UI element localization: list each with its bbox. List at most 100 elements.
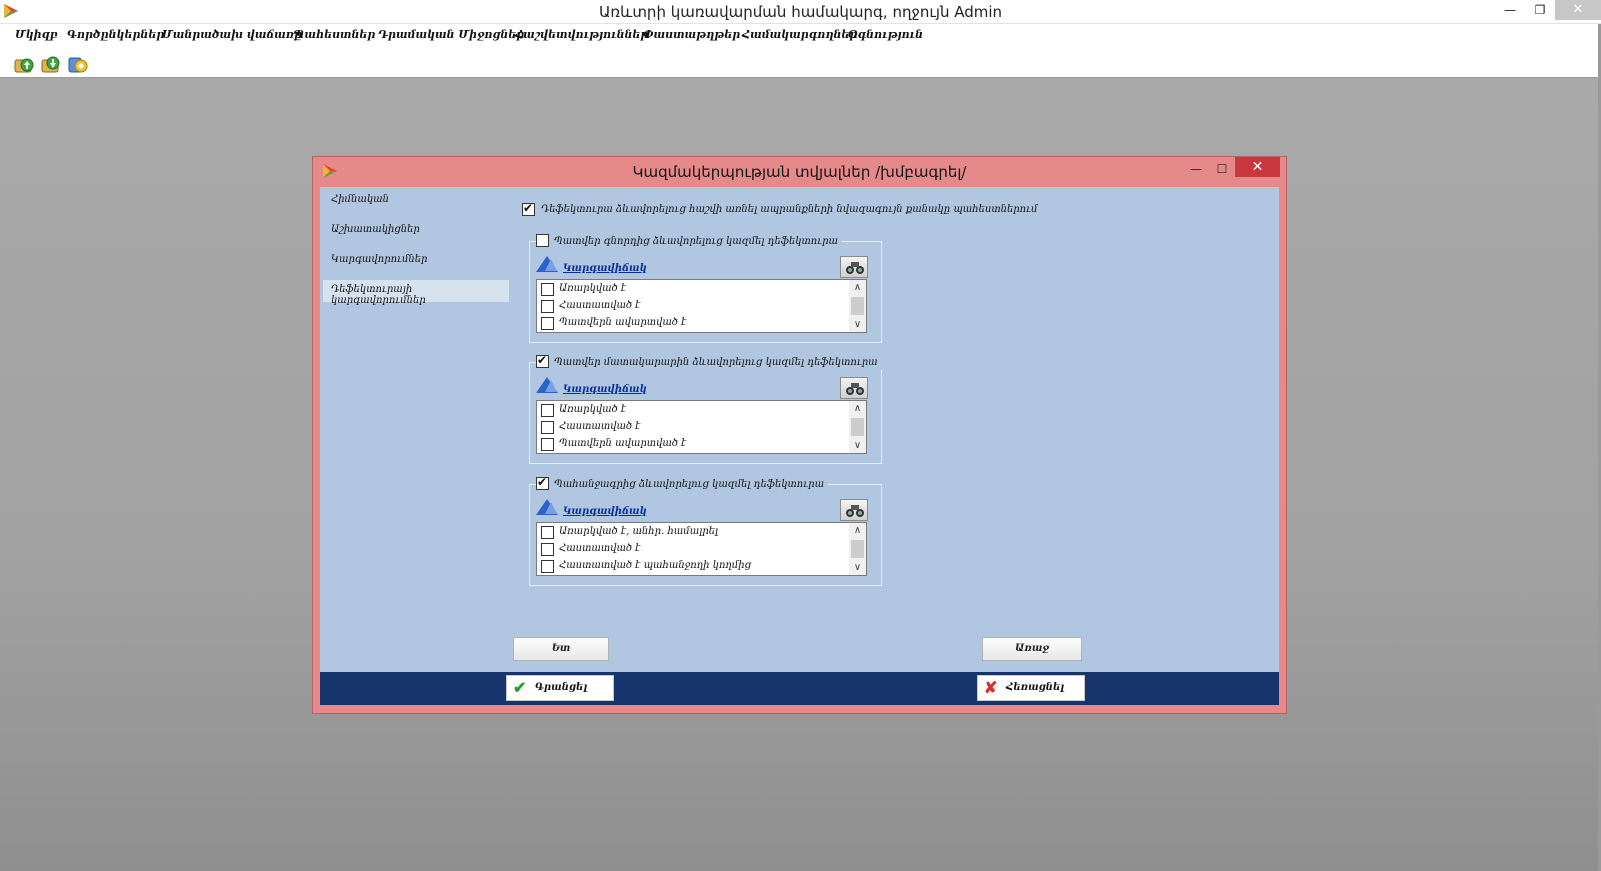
list-item[interactable]: Առարկված է	[539, 281, 849, 298]
menu-item-retail[interactable]: Մանրածախ վաճառք	[162, 28, 302, 41]
list-item[interactable]: Առարկված է	[539, 402, 849, 419]
dialog-footer: ✔ Գրանցել ✘ Հեռացնել	[320, 672, 1279, 705]
menu-item-partners[interactable]: Գործընկերներ	[67, 28, 164, 41]
scroll-up-icon[interactable]: ∧	[849, 401, 866, 416]
min-stock-label: Դեֆեկտուրա ձևավորելուց հաշվի առնել ապրան…	[541, 204, 1038, 215]
window-title: Առևտրի կառավարման համակարգ, ողջույն Admi…	[598, 3, 1003, 21]
list-item-checkbox[interactable]	[541, 283, 554, 296]
scroll-thumb[interactable]	[851, 418, 864, 436]
min-stock-checkbox[interactable]	[522, 201, 535, 216]
list-item-checkbox[interactable]	[541, 404, 554, 417]
group-customer-order: Պատվեր գնորդից ձևավորելուց կազմել դեֆեկտ…	[529, 233, 882, 343]
search-binoculars-button[interactable]	[840, 499, 868, 521]
binoculars-icon	[846, 262, 864, 274]
supplier-order-checkbox[interactable]	[536, 353, 549, 368]
pyramid-icon	[536, 377, 558, 393]
list-item-label: Հաստատված է	[559, 300, 641, 311]
nav-item-general[interactable]: Հիմնական	[323, 190, 509, 212]
list-item-label: Հաստատված է	[559, 543, 641, 554]
list-item-checkbox[interactable]	[541, 421, 554, 434]
list-item[interactable]: Հաստատված է	[539, 298, 849, 315]
list-scrollbar[interactable]: ∧ ∨	[849, 401, 866, 453]
list-item[interactable]: Պատվերն ավարտված է	[539, 436, 849, 453]
menu-item-cash[interactable]: Դրամական Միջոցներ	[378, 28, 524, 41]
group-customer-order-header: Պատվեր գնորդից ձևավորելուց կազմել դեֆեկտ…	[536, 233, 843, 249]
menu-item-help[interactable]: Օգնություն	[848, 28, 923, 41]
nav-item-settings[interactable]: Կարգավորումներ	[323, 250, 509, 272]
minimize-button[interactable]: —	[1496, 0, 1524, 20]
next-button[interactable]: Առաջ	[982, 637, 1082, 661]
group-supplier-order: Պատվեր մատակարարին ձևավորելուց կազմել դե…	[529, 353, 882, 464]
scroll-up-icon[interactable]: ∧	[849, 523, 866, 538]
upload-arrow-icon[interactable]	[13, 52, 35, 74]
group-supplier-order-header: Պատվեր մատակարարին ձևավորելուց կազմել դե…	[536, 353, 882, 370]
list-scrollbar[interactable]: ∧ ∨	[849, 280, 866, 332]
menu-item-system[interactable]: Համակարգողներ	[742, 28, 857, 41]
search-binoculars-button[interactable]	[840, 256, 868, 278]
close-button[interactable]: ✕	[1555, 0, 1601, 20]
scroll-down-icon[interactable]: ∨	[849, 438, 866, 453]
requisition-checkbox[interactable]	[536, 475, 549, 490]
scroll-thumb[interactable]	[851, 297, 864, 315]
supplier-order-label: Պատվեր մատակարարին ձևավորելուց կազմել դե…	[554, 357, 878, 368]
dialog-title-bar: Կազմակերպության տվյալներ /խմբագրել/ — ☐ …	[313, 157, 1286, 186]
group-requisition-header: Պահանջագրից ձևավորելուց կազմել դեֆեկտուր…	[536, 475, 829, 492]
scroll-up-icon[interactable]: ∧	[849, 280, 866, 295]
list-item[interactable]: Առարկված է, անհր. համալրել	[539, 524, 849, 541]
back-button[interactable]: Ետ	[513, 637, 609, 661]
list-item-label: Պատվերն ավարտված է	[559, 317, 687, 328]
list-item-checkbox[interactable]	[541, 543, 554, 556]
dialog-body: Հիմնական Աշխատակիցներ Կարգավորումներ Դեֆ…	[320, 187, 1279, 680]
status-link[interactable]: Կարգավիճակ	[563, 384, 647, 395]
list-item[interactable]: Հաստատված է	[539, 541, 849, 558]
menu-item-warehouses[interactable]: Պահեստներ	[293, 28, 375, 41]
nav-item-defecture-settings[interactable]: Դեֆեկտուրայի կարգավորումներ	[323, 280, 509, 306]
cancel-button[interactable]: ✘ Հեռացնել	[977, 675, 1085, 701]
list-item-label: Առարկված է	[559, 283, 627, 294]
status-link[interactable]: Կարգավիճակ	[563, 506, 647, 517]
dialog-minimize-button[interactable]: —	[1184, 159, 1208, 179]
menu-item-start[interactable]: Մկիզբ	[15, 28, 57, 41]
list-item-checkbox[interactable]	[541, 560, 554, 573]
list-item[interactable]: Հաստատված է	[539, 419, 849, 436]
save-button[interactable]: ✔ Գրանցել	[506, 675, 614, 701]
list-item-label: Առարկված է, անհր. համալրել	[559, 526, 719, 537]
pyramid-icon	[536, 499, 558, 515]
list-item[interactable]: Պատվերն ավարտված է	[539, 315, 849, 332]
cross-icon: ✘	[984, 678, 998, 697]
list-item-label: Հաստատված է	[559, 421, 641, 432]
list-item-label: Առարկված է	[559, 404, 627, 415]
list-item-checkbox[interactable]	[541, 526, 554, 539]
settings-gear-icon[interactable]	[67, 52, 89, 74]
list-item-checkbox[interactable]	[541, 317, 554, 330]
cancel-button-label: Հեռացնել	[1006, 682, 1065, 693]
status-list: Առարկված է Հաստատված է Պատվերն ավարտված …	[536, 279, 867, 333]
restore-button[interactable]: ❐	[1526, 0, 1554, 20]
save-button-label: Գրանցել	[535, 682, 588, 693]
list-item-label: Հաստատված է պահանջողի կողմից	[559, 560, 752, 571]
dialog-maximize-button[interactable]: ☐	[1210, 159, 1234, 179]
list-item-label: Պատվերն ավարտված է	[559, 438, 687, 449]
customer-order-checkbox[interactable]	[536, 234, 549, 247]
binoculars-icon	[846, 383, 864, 395]
list-item-checkbox[interactable]	[541, 438, 554, 451]
status-link[interactable]: Կարգավիճակ	[563, 263, 647, 274]
dialog-close-button[interactable]: ✕	[1235, 157, 1280, 177]
list-item-checkbox[interactable]	[541, 300, 554, 313]
menu-item-documents[interactable]: Փաստաթղթեր	[643, 28, 740, 41]
checkmark-icon: ✔	[513, 678, 527, 697]
list-item[interactable]: Հաստատված է պահանջողի կողմից	[539, 558, 849, 575]
scroll-down-icon[interactable]: ∨	[849, 317, 866, 332]
dialog-title: Կազմակերպության տվյալներ /խմբագրել/	[632, 163, 967, 181]
organization-dialog: Կազմակերպության տվյալներ /խմբագրել/ — ☐ …	[312, 156, 1287, 714]
menu-bar: Մկիզբ Գործընկերներ Մանրածախ վաճառք Պահես…	[0, 24, 1601, 48]
scroll-thumb[interactable]	[851, 540, 864, 558]
menu-item-reports[interactable]: Հաշվետվություններ	[515, 28, 648, 41]
status-list: Առարկված է Հաստատված է Պատվերն ավարտված …	[536, 400, 867, 454]
download-arrow-icon[interactable]	[40, 52, 62, 74]
nav-item-employees[interactable]: Աշխատակիցներ	[323, 220, 509, 242]
scroll-down-icon[interactable]: ∨	[849, 560, 866, 575]
search-binoculars-button[interactable]	[840, 377, 868, 399]
list-scrollbar[interactable]: ∧ ∨	[849, 523, 866, 575]
main-title-bar: Առևտրի կառավարման համակարգ, ողջույն Admi…	[0, 0, 1601, 24]
